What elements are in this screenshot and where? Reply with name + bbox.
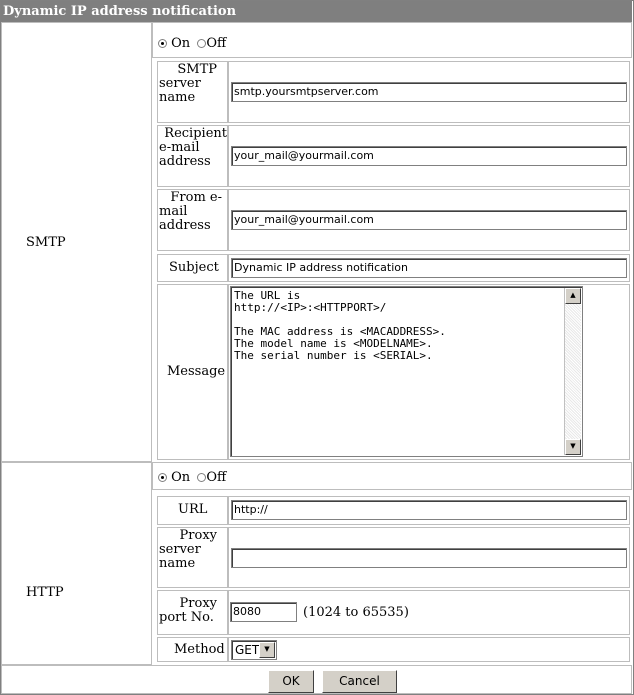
recipient-email-input[interactable]: your_mail@yourmail.com: [231, 146, 627, 166]
from-email-input[interactable]: your_mail@yourmail.com: [231, 210, 627, 230]
recipient-label: Recipient e-mail address: [159, 126, 227, 169]
url-input[interactable]: http://: [231, 500, 627, 520]
http-on-radio[interactable]: [158, 473, 167, 482]
message-text: The URL is http://<IP>:<HTTPPORT>/ The M…: [234, 289, 446, 362]
smtp-off-radio[interactable]: [197, 39, 207, 48]
subject-input[interactable]: Dynamic IP address notification: [231, 258, 627, 278]
ok-button[interactable]: OK: [268, 670, 314, 693]
proxy-port-input[interactable]: 8080: [230, 602, 297, 622]
message-scrollbar[interactable]: ▲ ▼: [564, 288, 581, 455]
smtp-on-label: On: [171, 36, 191, 51]
smtp-radio-group: On Off: [158, 37, 226, 51]
message-textarea[interactable]: The URL is http://<IP>:<HTTPPORT>/ The M…: [230, 286, 583, 457]
proxy-name-label: Proxy server name: [159, 528, 217, 571]
http-off-label: Off: [206, 470, 227, 485]
scroll-up-icon[interactable]: ▲: [565, 288, 581, 304]
smtp-server-label: SMTP server name: [159, 62, 217, 105]
url-label: URL: [178, 502, 208, 517]
http-off-radio[interactable]: [197, 473, 207, 482]
method-field-cell: [228, 637, 630, 662]
proxy-server-input[interactable]: [231, 548, 627, 568]
smtp-on-radio[interactable]: [158, 39, 167, 48]
smtp-section-label: SMTP: [26, 235, 66, 250]
http-radio-group: On Off: [158, 471, 226, 485]
subject-label: Subject: [169, 260, 219, 275]
from-label: From e- mail address: [159, 190, 222, 233]
message-label: Message: [167, 364, 226, 379]
scroll-down-icon[interactable]: ▼: [565, 439, 581, 455]
http-section-label: HTTP: [26, 585, 64, 600]
proxy-port-label: Proxy port No.: [159, 596, 217, 625]
button-row-cell: [1, 665, 632, 694]
cancel-button[interactable]: Cancel: [322, 670, 397, 693]
smtp-server-input[interactable]: smtp.yoursmtpserver.com: [231, 82, 627, 102]
chevron-down-icon[interactable]: ▼: [259, 642, 275, 658]
method-label: Method: [174, 642, 225, 657]
http-section-cell: [1, 462, 152, 665]
proxy-port-range: (1024 to 65535): [303, 605, 409, 620]
method-value: GET: [235, 643, 260, 657]
http-on-label: On: [171, 470, 191, 485]
smtp-section-cell: [1, 22, 152, 462]
smtp-off-label: Off: [206, 36, 227, 51]
panel-title: Dynamic IP address notification: [1, 1, 632, 22]
method-select[interactable]: GET ▼: [231, 640, 277, 660]
